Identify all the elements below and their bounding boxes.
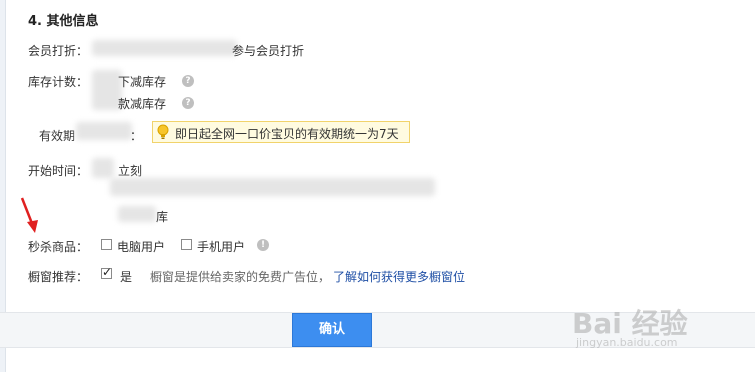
seckill-mobile-checkbox[interactable] (181, 239, 192, 250)
section-title: 4. 其他信息 (28, 14, 99, 29)
watermark-url: jingyan.baidu.com (576, 336, 678, 349)
stock-fragment: 库 (156, 210, 169, 224)
tip-text: 即日起全网一口价宝贝的有效期统一为7天 (175, 127, 399, 141)
member-discount-label: 会员打折： (28, 44, 89, 58)
validity-tip: 即日起全网一口价宝贝的有效期统一为7天 (152, 121, 410, 143)
help-icon[interactable]: ? (182, 97, 194, 109)
showcase-label: 橱窗推荐： (28, 270, 89, 284)
redacted-region (110, 178, 435, 196)
inventory-option-1[interactable]: 下减库存 (118, 73, 166, 90)
lightbulb-icon (157, 124, 169, 139)
showcase-checkbox[interactable] (101, 265, 112, 279)
showcase-learn-more-link[interactable]: 了解如何获得更多橱窗位 (333, 268, 465, 285)
inventory-label: 库存计数： (28, 75, 89, 89)
seckill-pc-label[interactable]: 电脑用户 (117, 238, 165, 255)
baidu-jingyan-watermark: Bai 经验 jingyan.baidu.com (572, 302, 732, 352)
showcase-checked-label[interactable]: 是 (120, 268, 132, 285)
inventory-option-2[interactable]: 款减库存 (118, 95, 166, 112)
annotation-arrow-icon (20, 197, 38, 233)
validity-label: 有效期 (39, 129, 76, 143)
redacted-region (92, 158, 114, 178)
start-time-label: 开始时间： (28, 164, 89, 178)
info-icon[interactable]: ! (257, 239, 269, 251)
confirm-button[interactable]: 确认 (292, 313, 372, 347)
redacted-region (92, 40, 237, 56)
showcase-description: 橱窗是提供给卖家的免费广告位， (150, 270, 331, 284)
member-discount-value: 参与会员打折 (232, 44, 305, 58)
validity-colon: ： (130, 129, 143, 143)
redacted-region (76, 122, 132, 140)
redacted-region (118, 206, 156, 222)
seckill-pc-checkbox[interactable] (101, 239, 112, 250)
start-time-value[interactable]: 立刻 (118, 162, 142, 179)
seckill-mobile-label[interactable]: 手机用户 (197, 238, 245, 255)
help-icon[interactable]: ? (182, 75, 194, 87)
seckill-label: 秒杀商品： (28, 240, 89, 254)
